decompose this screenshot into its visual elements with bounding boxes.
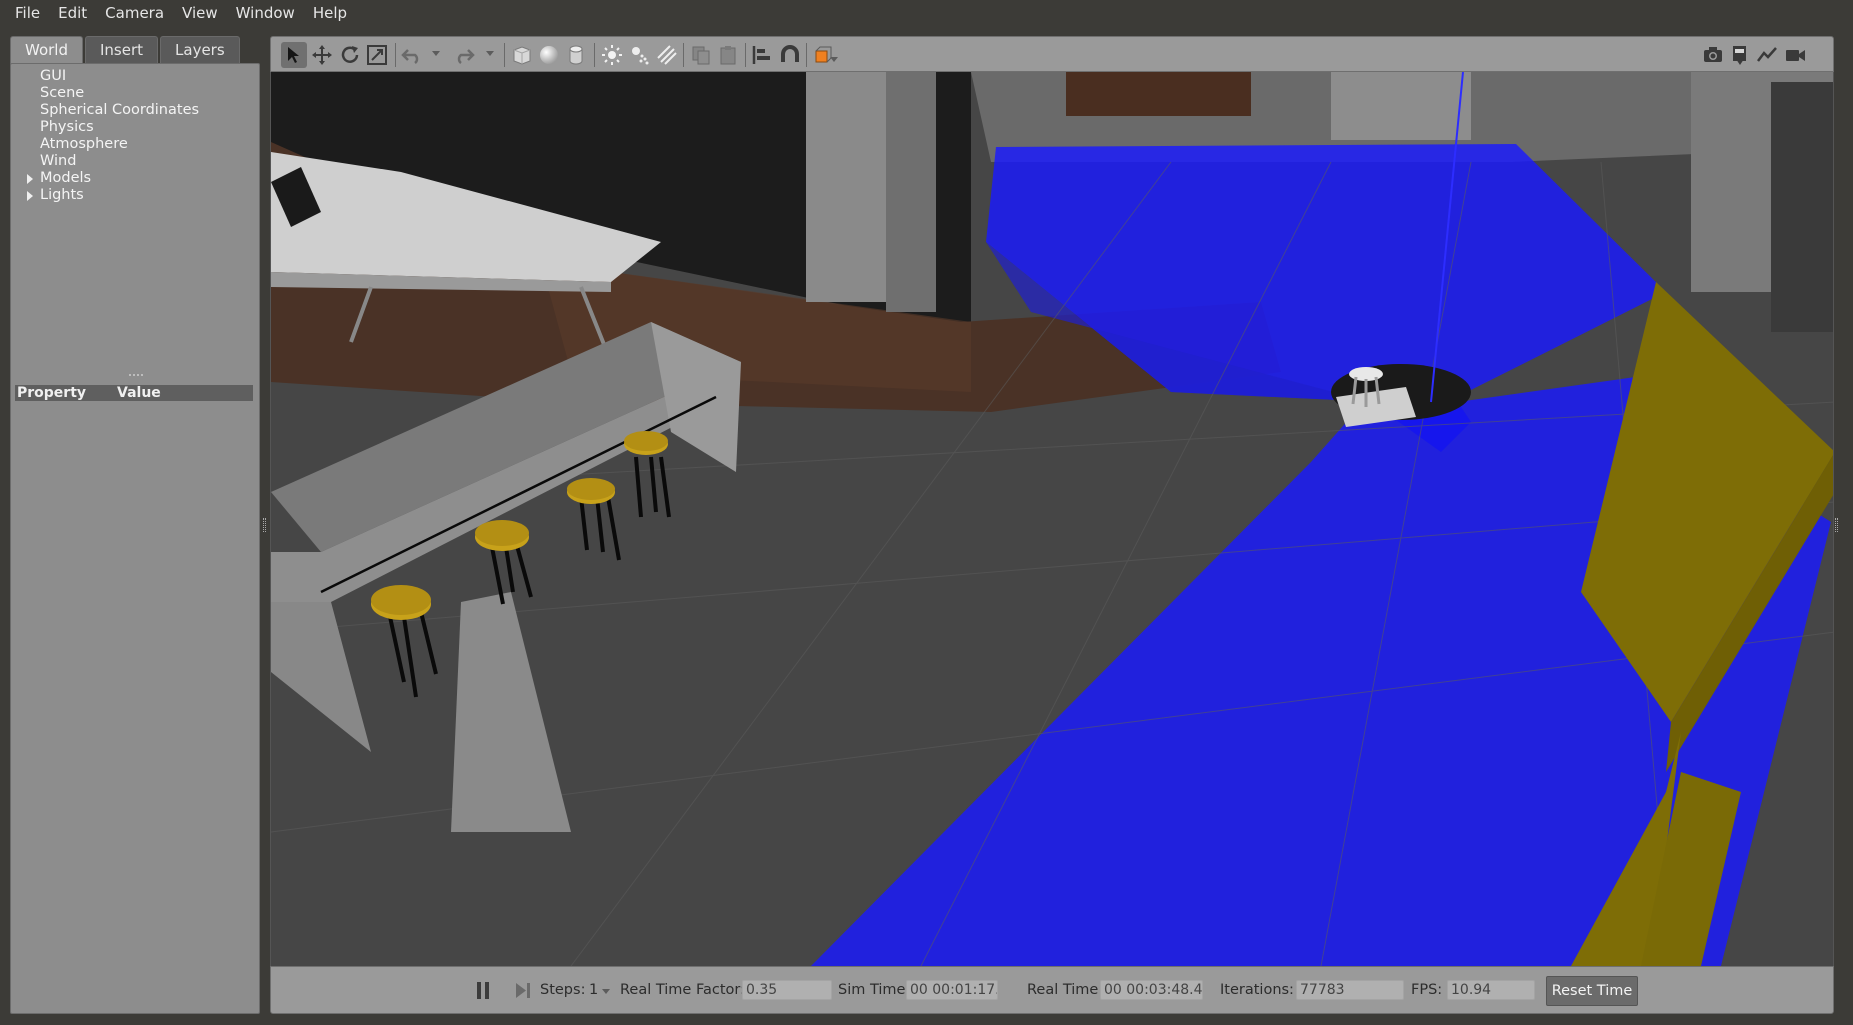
fps-label: FPS: [1411, 982, 1443, 998]
tree-item-physics[interactable]: Physics [21, 119, 199, 136]
left-panel: World Insert Layers GUI Scene Spherical … [10, 36, 260, 1014]
copy-icon[interactable] [688, 42, 714, 68]
window-blinds [1331, 72, 1471, 140]
align-icon[interactable] [749, 42, 775, 68]
steps-value[interactable]: 1 [589, 982, 598, 998]
left-panel-resize-handle[interactable] [263, 518, 266, 532]
pause-button[interactable] [477, 982, 491, 999]
menu-help[interactable]: Help [304, 0, 356, 26]
point-light-icon[interactable] [599, 42, 625, 68]
box-icon[interactable] [509, 42, 535, 68]
robot-top [1349, 367, 1383, 381]
menu-bar: File Edit Camera View Window Help [0, 0, 1853, 26]
toolbar-separator [683, 43, 684, 67]
tree-item-wind[interactable]: Wind [21, 153, 199, 170]
step-button[interactable] [515, 982, 531, 999]
tree-item-label: Spherical Coordinates [40, 102, 200, 118]
wood-panel [1066, 72, 1251, 116]
scene-render [271, 72, 1833, 966]
tree-item-label: GUI [40, 68, 67, 84]
toolbar-separator [594, 43, 595, 67]
translate-icon[interactable] [309, 42, 335, 68]
sim-time-label: Sim Time: [838, 982, 911, 998]
undo-dropdown-icon[interactable] [432, 51, 440, 56]
splitter-handle[interactable] [129, 374, 143, 376]
select-icon[interactable] [281, 42, 307, 68]
undo-icon[interactable] [399, 42, 425, 68]
tree-item-spherical-coordinates[interactable]: Spherical Coordinates [21, 102, 199, 119]
menu-file[interactable]: File [6, 0, 49, 26]
world-tree: GUI Scene Spherical Coordinates Physics … [21, 68, 199, 204]
screenshot-icon[interactable] [1700, 42, 1726, 68]
tree-item-label: Lights [40, 187, 84, 203]
real-time-label: Real Time: [1027, 982, 1104, 998]
view-angle-dropdown-icon[interactable] [830, 57, 838, 62]
expand-arrow-icon[interactable] [27, 174, 33, 184]
steps-label: Steps: [540, 982, 586, 998]
tree-item-label: Atmosphere [40, 136, 128, 152]
fps-field: 10.94 [1447, 980, 1535, 1000]
plot-icon[interactable] [1754, 42, 1780, 68]
status-bar: Steps: 1 Real Time Factor: 0.35 Sim Time… [270, 966, 1834, 1014]
cylinder-icon[interactable] [563, 42, 589, 68]
tree-item-gui[interactable]: GUI [21, 68, 199, 85]
tab-insert[interactable]: Insert [85, 36, 159, 63]
tree-item-label: Models [40, 170, 92, 186]
pause-icon [477, 982, 481, 999]
right-panel-resize-handle[interactable] [1835, 518, 1838, 532]
property-table-header: Property Value [15, 385, 253, 401]
property-column-header: Property [17, 385, 87, 401]
iterations-label: Iterations: [1220, 982, 1294, 998]
tree-item-label: Scene [40, 85, 85, 101]
real-time-field: 00 00:03:48.411 [1100, 980, 1203, 1000]
pillar [806, 72, 886, 302]
expand-arrow-icon[interactable] [27, 191, 33, 201]
tree-item-label: Physics [40, 119, 94, 135]
toolbar-separator [806, 43, 807, 67]
tree-item-label: Wind [40, 153, 77, 169]
toolbar-separator [504, 43, 505, 67]
redo-dropdown-icon[interactable] [486, 51, 494, 56]
tree-item-atmosphere[interactable]: Atmosphere [21, 136, 199, 153]
sim-time-field: 00 00:01:17.783 [906, 980, 998, 1000]
step-icon [516, 983, 530, 998]
real-time-factor-label: Real Time Factor: [620, 982, 745, 998]
toolbar [270, 36, 1834, 72]
snap-icon[interactable] [777, 42, 803, 68]
directional-light-icon[interactable] [654, 42, 680, 68]
value-column-header: Value [117, 385, 161, 401]
tree-item-scene[interactable]: Scene [21, 85, 199, 102]
rotate-icon[interactable] [337, 42, 363, 68]
menu-edit[interactable]: Edit [49, 0, 96, 26]
left-tabs: World Insert Layers [10, 36, 242, 64]
record-video-icon[interactable] [1782, 42, 1808, 68]
spot-light-icon[interactable] [627, 42, 653, 68]
view-angle-icon[interactable] [811, 42, 837, 68]
reset-time-button[interactable]: Reset Time [1546, 976, 1638, 1006]
redo-icon[interactable] [451, 42, 477, 68]
tab-world[interactable]: World [10, 36, 83, 64]
scene-viewport[interactable] [270, 72, 1834, 966]
menu-view[interactable]: View [173, 0, 227, 26]
menu-window[interactable]: Window [227, 0, 304, 26]
steps-dropdown-icon[interactable] [602, 989, 610, 994]
tree-item-models[interactable]: Models [21, 170, 199, 187]
sphere-icon[interactable] [536, 42, 562, 68]
menu-camera[interactable]: Camera [96, 0, 173, 26]
log-icon[interactable] [1727, 42, 1753, 68]
scale-icon[interactable] [364, 42, 390, 68]
toolbar-separator [745, 43, 746, 67]
world-tree-panel: GUI Scene Spherical Coordinates Physics … [10, 63, 260, 1014]
tab-layers[interactable]: Layers [160, 36, 240, 63]
real-time-factor-field: 0.35 [742, 980, 832, 1000]
tree-item-lights[interactable]: Lights [21, 187, 199, 204]
toolbar-separator [395, 43, 396, 67]
paste-icon[interactable] [715, 42, 741, 68]
iterations-field: 77783 [1296, 980, 1404, 1000]
